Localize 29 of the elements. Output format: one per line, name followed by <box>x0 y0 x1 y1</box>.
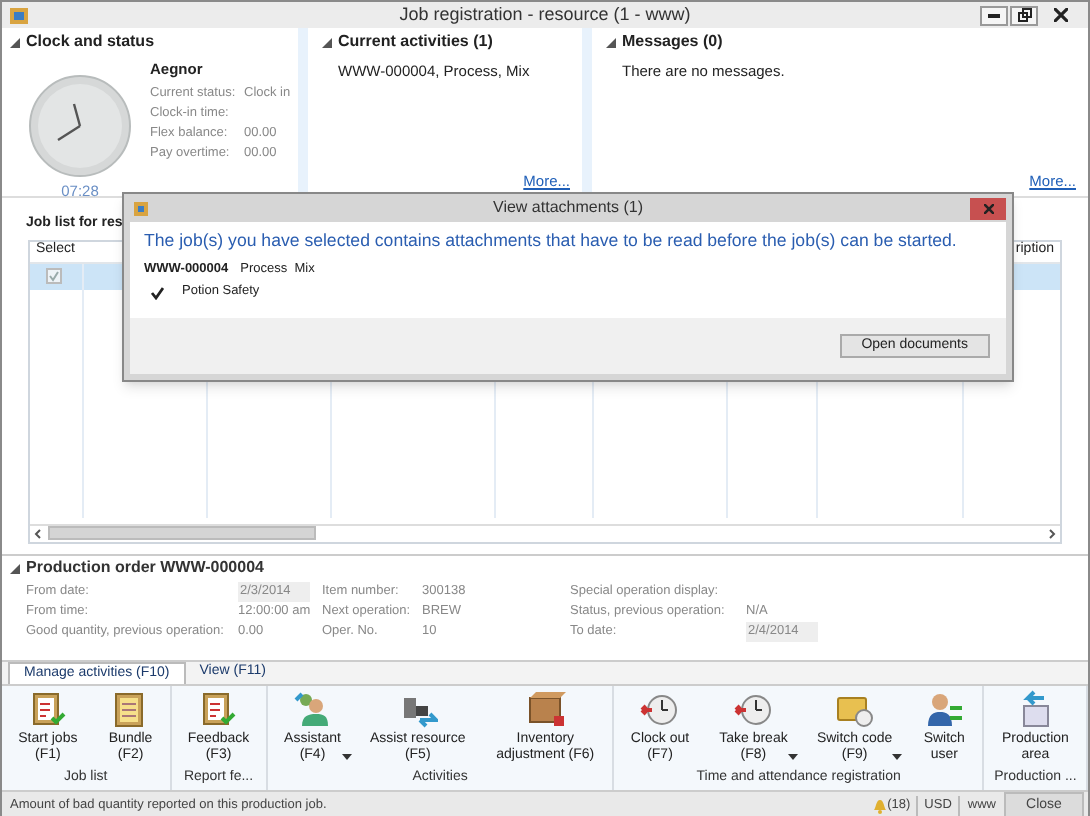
panel-title: Current activities (1) <box>338 30 493 54</box>
people-icon <box>292 690 333 730</box>
collapse-icon[interactable] <box>322 37 332 47</box>
collapse-icon[interactable] <box>10 563 20 573</box>
app-icon <box>132 199 150 217</box>
collapse-icon[interactable] <box>606 37 616 47</box>
panel-title: Clock and status <box>26 30 155 54</box>
clock-icon <box>28 74 132 178</box>
checkbox[interactable] <box>150 286 164 301</box>
horizontal-scrollbar[interactable] <box>30 523 1060 541</box>
row-checkbox[interactable] <box>46 268 62 284</box>
window-title: Job registration - resource (1 - www) <box>399 4 691 26</box>
panel-title: Messages (0) <box>622 30 723 54</box>
user-icon <box>924 690 965 730</box>
clipboard-icon <box>27 690 68 730</box>
clock-icon <box>733 690 774 730</box>
dialog-title: View attachments (1) <box>493 198 643 218</box>
clock-icon <box>639 690 680 730</box>
scroll-left-icon[interactable] <box>30 525 46 541</box>
scroll-right-icon[interactable] <box>1044 525 1060 541</box>
section-title: Production order WWW-000004 <box>26 556 264 580</box>
restore-icon[interactable] <box>1010 5 1038 25</box>
collapse-icon[interactable] <box>10 37 20 47</box>
app-icon <box>8 4 30 26</box>
clipboard-icon <box>198 690 239 730</box>
close-icon[interactable] <box>970 197 1006 219</box>
minimize-icon[interactable] <box>980 5 1008 25</box>
dialog-message: The job(s) you have selected contains attachments that have to be read before the job(s) can be started. <box>144 230 957 252</box>
box-icon <box>525 690 566 730</box>
